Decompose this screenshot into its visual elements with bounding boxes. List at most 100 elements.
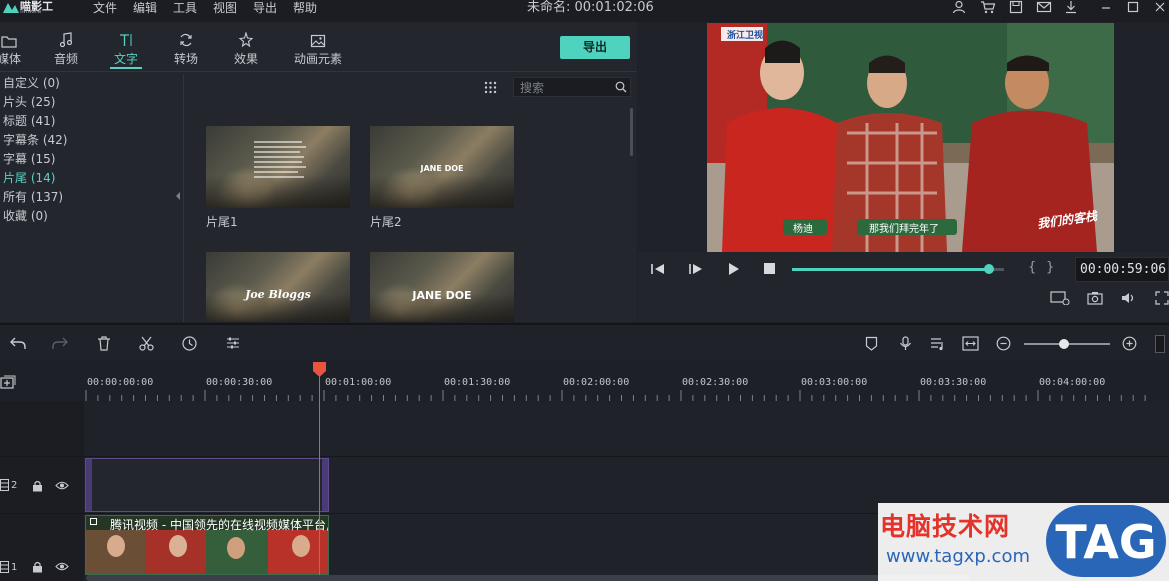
track-number: 2 bbox=[11, 479, 18, 491]
tab-transitions[interactable]: 转场 bbox=[161, 30, 211, 67]
speed-icon[interactable] bbox=[182, 336, 197, 351]
video-clip[interactable]: 腾讯视频 - 中国领先的在线视频媒体平台, bbox=[85, 515, 329, 575]
eye-icon[interactable] bbox=[55, 481, 69, 490]
undo-icon[interactable] bbox=[10, 336, 26, 350]
template-thumbnail-1[interactable] bbox=[206, 126, 350, 208]
template-thumbnail-2[interactable]: JANE DOE bbox=[370, 126, 514, 208]
playhead-handle[interactable] bbox=[312, 362, 327, 378]
category-item-custom[interactable]: 自定义 (0) bbox=[3, 75, 60, 91]
menu-file[interactable]: 文件 bbox=[93, 0, 117, 20]
tab-text[interactable]: 文字 bbox=[101, 30, 151, 67]
minimize-icon[interactable] bbox=[1099, 0, 1115, 16]
lock-icon[interactable] bbox=[32, 480, 43, 492]
playhead[interactable] bbox=[319, 362, 320, 581]
thumbnail-overlay-text: JANE DOE bbox=[412, 289, 472, 302]
credits-lines bbox=[254, 138, 314, 181]
grid-view-icon[interactable] bbox=[484, 81, 497, 94]
tab-effects[interactable]: 效果 bbox=[221, 30, 271, 67]
microphone-icon[interactable] bbox=[899, 336, 912, 351]
app-logo: 喵影工厂 filmora bbox=[0, 0, 60, 16]
stop-icon[interactable] bbox=[764, 263, 776, 275]
template-thumbnail-3[interactable]: Joe Bloggs bbox=[206, 252, 350, 322]
ruler-label: 00:01:30:00 bbox=[444, 377, 511, 388]
save-icon[interactable] bbox=[1009, 0, 1025, 16]
tab-audio[interactable]: 音频 bbox=[41, 30, 91, 67]
eye-icon[interactable] bbox=[55, 562, 69, 571]
ruler-label: 00:04:00:00 bbox=[1039, 377, 1106, 388]
mark-out-icon[interactable]: } bbox=[1046, 260, 1054, 275]
close-icon[interactable] bbox=[1153, 0, 1169, 16]
export-button[interactable]: 导出 bbox=[560, 36, 630, 59]
maximize-icon[interactable] bbox=[1126, 0, 1142, 16]
cart-icon[interactable] bbox=[980, 0, 996, 16]
volume-icon[interactable] bbox=[1121, 292, 1137, 304]
search-icon[interactable] bbox=[615, 81, 627, 93]
playback-progress-bar[interactable] bbox=[792, 268, 1004, 271]
progress-fill bbox=[792, 268, 990, 271]
ruler-label: 00:03:30:00 bbox=[920, 377, 987, 388]
tab-media[interactable]: 媒体 bbox=[0, 30, 34, 67]
delete-icon[interactable] bbox=[97, 336, 111, 351]
category-item-openers[interactable]: 片头 (25) bbox=[3, 94, 55, 110]
timeline-toolbar bbox=[0, 323, 1169, 361]
snapshot-icon[interactable] bbox=[1087, 291, 1103, 305]
category-item-favorites[interactable]: 收藏 (0) bbox=[3, 208, 48, 224]
zoom-out-icon[interactable] bbox=[996, 336, 1011, 351]
template-label: 片尾1 bbox=[206, 215, 238, 229]
watermark-badge: TAG bbox=[1046, 505, 1166, 577]
user-icon[interactable] bbox=[952, 0, 968, 16]
fit-timeline-icon[interactable] bbox=[962, 336, 979, 351]
prev-frame-icon[interactable] bbox=[651, 263, 665, 275]
clip-type-icon bbox=[90, 518, 97, 525]
lock-icon[interactable] bbox=[32, 561, 43, 573]
menu-export[interactable]: 导出 bbox=[253, 0, 277, 20]
ruler-label: 00:03:00:00 bbox=[801, 377, 868, 388]
search-box bbox=[513, 77, 631, 97]
menu-tools[interactable]: 工具 bbox=[173, 0, 197, 20]
add-track-icon[interactable] bbox=[0, 375, 16, 389]
ruler-label: 00:00:30:00 bbox=[206, 377, 273, 388]
redo-icon[interactable] bbox=[52, 336, 68, 350]
zoom-slider-handle[interactable] bbox=[1059, 339, 1069, 349]
category-item-subtitles[interactable]: 字幕 (15) bbox=[3, 151, 55, 167]
mail-icon[interactable] bbox=[1036, 0, 1052, 16]
ruler-label: 00:02:30:00 bbox=[682, 377, 749, 388]
menu-help[interactable]: 帮助 bbox=[293, 0, 317, 20]
menu-edit[interactable]: 编辑 bbox=[133, 0, 157, 20]
category-item-all[interactable]: 所有 (137) bbox=[3, 189, 63, 205]
search-input[interactable] bbox=[520, 80, 610, 95]
image-icon bbox=[283, 30, 353, 48]
collapse-panel-icon[interactable] bbox=[175, 192, 181, 200]
library-scrollbar[interactable] bbox=[630, 108, 633, 156]
cut-icon[interactable] bbox=[139, 336, 154, 351]
zoom-in-icon[interactable] bbox=[1122, 336, 1137, 351]
marker-icon[interactable] bbox=[865, 336, 878, 351]
download-icon[interactable] bbox=[1064, 0, 1080, 16]
playback-timecode: 00:00:59:06 bbox=[1075, 257, 1169, 282]
category-item-end-credits[interactable]: 片尾 (14) bbox=[3, 170, 55, 186]
category-item-lower-thirds[interactable]: 字幕条 (42) bbox=[3, 132, 67, 148]
category-item-titles[interactable]: 标题 (41) bbox=[3, 113, 55, 129]
mark-in-icon[interactable]: { bbox=[1028, 260, 1036, 275]
watermark-title: 电脑技术网 bbox=[880, 512, 1011, 541]
tab-elements[interactable]: 动画元素 bbox=[283, 30, 353, 67]
track2-clip[interactable] bbox=[85, 458, 329, 512]
text-icon bbox=[101, 30, 151, 48]
panel-toggle[interactable] bbox=[1155, 335, 1165, 353]
template-thumbnail-4[interactable]: JANE DOE bbox=[370, 252, 514, 322]
menu-view[interactable]: 视图 bbox=[213, 0, 237, 20]
timeline-scrollbar[interactable] bbox=[86, 575, 970, 581]
display-settings-icon[interactable] bbox=[1050, 291, 1070, 305]
divider bbox=[0, 71, 637, 72]
play-icon[interactable] bbox=[728, 263, 740, 275]
fullscreen-icon[interactable] bbox=[1155, 291, 1169, 305]
track-number: 1 bbox=[11, 561, 18, 573]
thumbnail-overlay-text: JANE DOE bbox=[420, 164, 464, 173]
track-row bbox=[0, 401, 1169, 457]
active-tab-indicator bbox=[110, 67, 142, 69]
folder-icon bbox=[0, 30, 34, 48]
next-frame-icon[interactable] bbox=[689, 263, 703, 275]
voiceover-list-icon[interactable] bbox=[930, 336, 945, 351]
watermark: 电脑技术网 www.tagxp.com TAG bbox=[878, 503, 1169, 581]
adjust-icon[interactable] bbox=[226, 336, 240, 350]
